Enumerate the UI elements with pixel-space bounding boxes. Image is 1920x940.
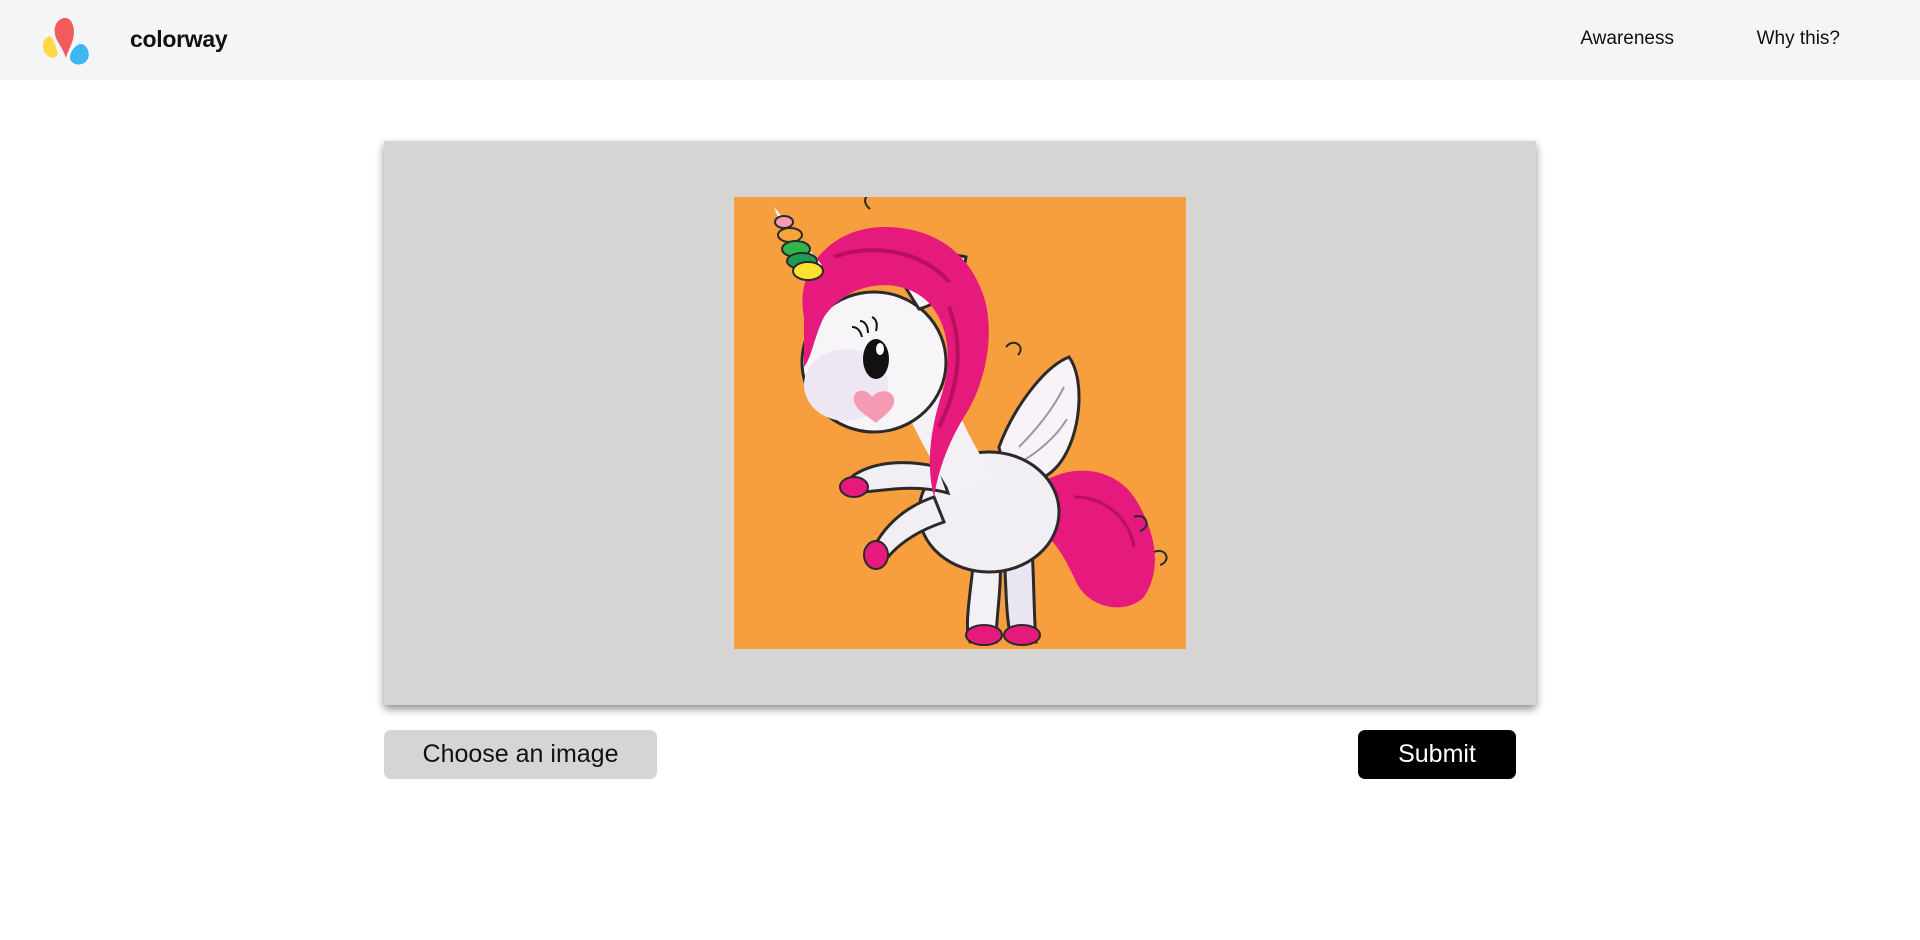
image-preview-panel	[384, 141, 1536, 705]
submit-button[interactable]: Submit	[1358, 730, 1516, 779]
nav-why-this-link[interactable]: Why this?	[1757, 28, 1840, 50]
unicorn-illustration	[734, 197, 1186, 649]
navbar: colorway Awareness Why this?	[0, 0, 1920, 80]
colorway-logo-icon[interactable]	[40, 14, 90, 66]
brand-name[interactable]: colorway	[130, 26, 228, 53]
nav-awareness-link[interactable]: Awareness	[1580, 28, 1674, 50]
choose-image-button[interactable]: Choose an image	[384, 730, 657, 779]
